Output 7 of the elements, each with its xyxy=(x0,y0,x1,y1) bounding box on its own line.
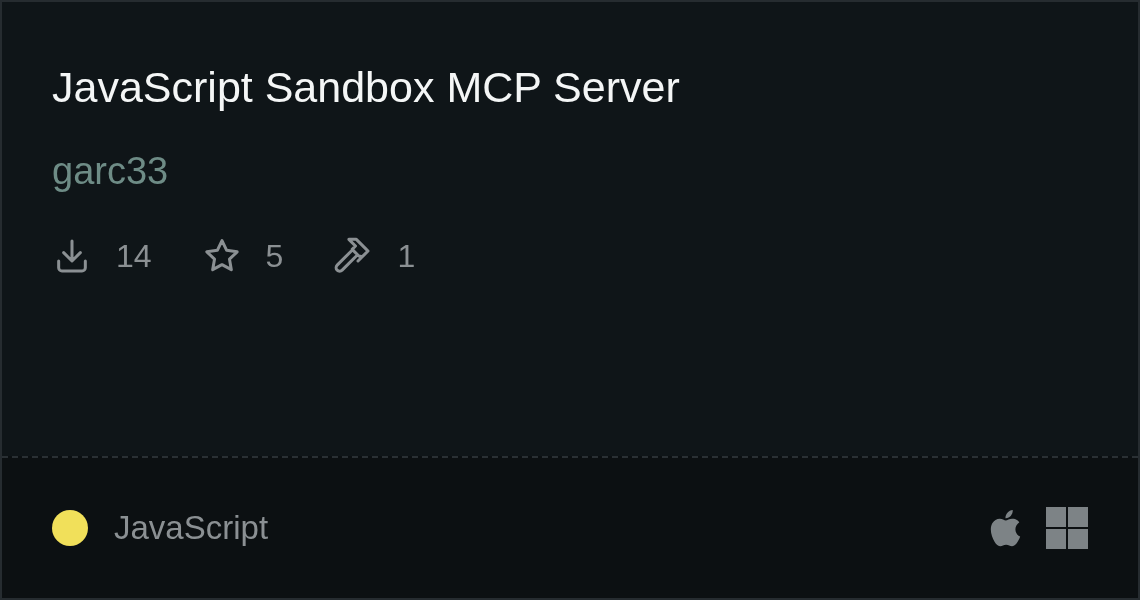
server-title[interactable]: JavaScript Sandbox MCP Server xyxy=(52,58,1088,116)
language-name: JavaScript xyxy=(114,509,269,547)
stat-count: 14 xyxy=(116,237,152,275)
author-name[interactable]: garc33 xyxy=(52,146,1088,196)
stat-count: 1 xyxy=(397,237,416,275)
windows-icon xyxy=(1046,507,1088,549)
stat-count: 5 xyxy=(265,237,284,275)
